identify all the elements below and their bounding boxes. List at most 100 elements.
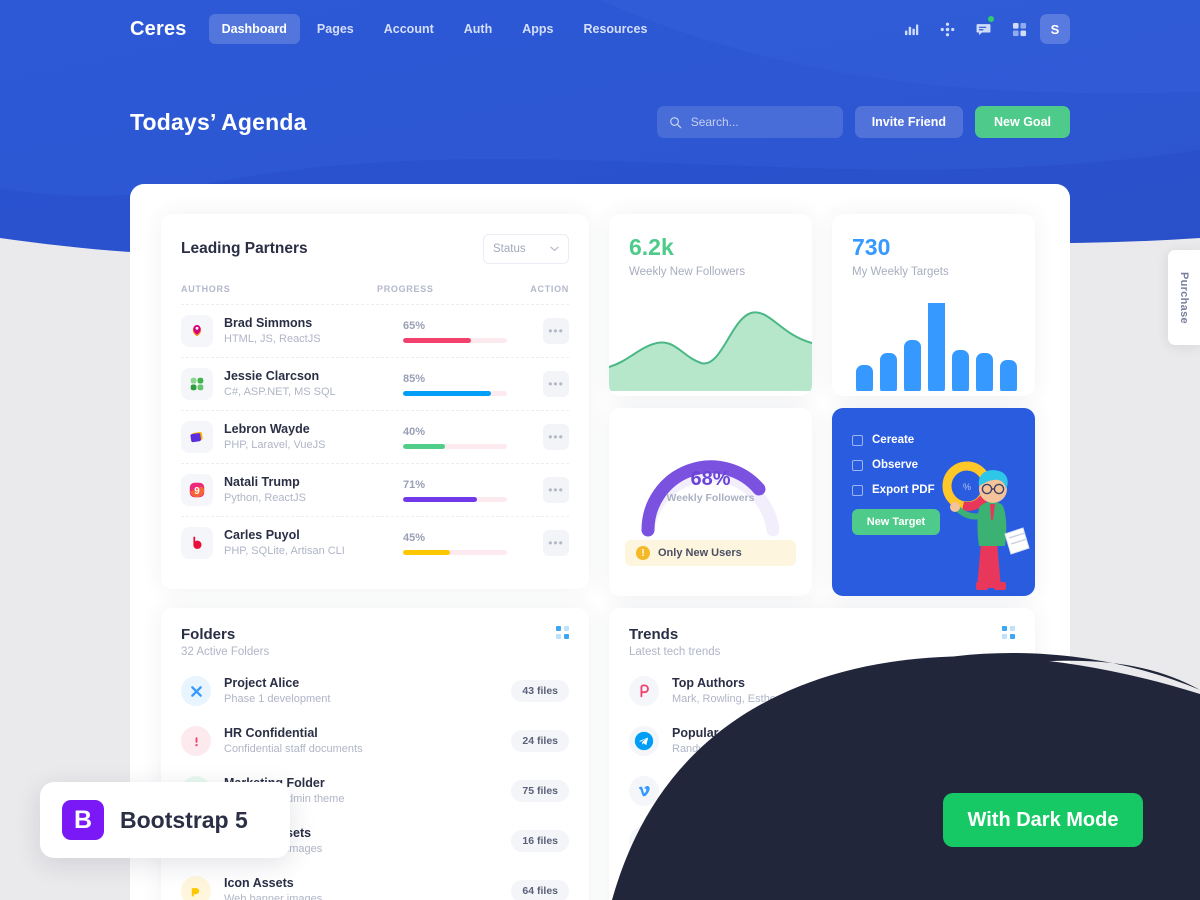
search-icon xyxy=(669,116,682,128)
folder-name: HR Confidential xyxy=(224,726,318,741)
compass-dots-icon[interactable] xyxy=(932,14,962,44)
chat-icon[interactable] xyxy=(968,14,998,44)
partner-progress: 85% xyxy=(403,373,543,396)
folder-info: Project Alice Phase 1 development xyxy=(224,675,511,707)
gauge-labels: 68% Weekly Followers xyxy=(609,468,812,504)
partner-info: Lebron Wayde PHP, Laravel, VueJS xyxy=(224,421,403,453)
alert-text: Only New Users xyxy=(658,547,742,559)
followers-area-chart xyxy=(609,295,812,396)
clover-logo-icon xyxy=(181,368,213,400)
invite-friend-button[interactable]: Invite Friend xyxy=(854,106,964,138)
table-row[interactable]: Brad Simmons HTML, JS, ReactJS 65% ••• xyxy=(181,304,569,357)
nav-item-resources[interactable]: Resources xyxy=(570,14,660,44)
list-item[interactable]: Icon Assets Web banner images 64 files xyxy=(161,866,589,900)
partner-skills: PHP, Laravel, VueJS xyxy=(224,439,326,452)
star-icon xyxy=(181,876,211,900)
brand-logo[interactable]: Ceres xyxy=(130,18,187,41)
progress-bar xyxy=(403,549,507,555)
row-action-menu[interactable]: ••• xyxy=(543,318,569,344)
gauge-alert: ! Only New Users xyxy=(625,540,796,566)
nav-item-pages[interactable]: Pages xyxy=(304,14,367,44)
list-item[interactable]: Popular Authors Randy, Steve, Mike +280$ xyxy=(609,716,1035,766)
followers-value: 6.2k xyxy=(629,234,674,260)
row-action-menu[interactable]: ••• xyxy=(543,477,569,503)
folders-header: Folders 32 Active Folders xyxy=(161,608,589,658)
tulip-logo-icon xyxy=(181,315,213,347)
table-row[interactable]: 9 Natali Trump Python, ReactJS 71% ••• xyxy=(181,463,569,516)
trend-name: Active Customers xyxy=(672,826,779,841)
new-target-cta-card: Cereate Observe Export PDF New Target % xyxy=(832,408,1035,596)
folders-grid-toggle-icon[interactable] xyxy=(556,626,569,639)
list-item[interactable]: Project Alice Phase 1 development 43 fil… xyxy=(161,666,589,716)
partners-card-header: Leading Partners Status xyxy=(161,214,589,264)
grid-icon[interactable] xyxy=(1004,14,1034,44)
dark-mode-badge[interactable]: With Dark Mode xyxy=(943,793,1143,847)
progress-bar xyxy=(403,390,507,396)
purchase-tab[interactable]: Purchase xyxy=(1168,250,1200,345)
list-item[interactable]: Bestseller Theme Disco, Retro, Vintage +… xyxy=(609,866,1035,900)
status-filter-select[interactable]: Status xyxy=(483,234,569,264)
progress-value: 40% xyxy=(403,425,426,438)
partner-name: Brad Simmons xyxy=(224,316,313,331)
column-progress: PROGRESS xyxy=(377,284,434,294)
table-row[interactable]: Carles Puyol PHP, SQLite, Artisan CLI 45… xyxy=(181,516,569,569)
bootstrap-badge: B Bootstrap 5 xyxy=(40,782,290,858)
column-action: ACTION xyxy=(530,284,569,294)
trend-info: Popular Authors Randy, Steve, Mike xyxy=(672,725,967,757)
folder-file-count: 24 files xyxy=(511,730,569,752)
partner-info: Brad Simmons HTML, JS, ReactJS xyxy=(224,315,403,347)
list-item[interactable]: HR Confidential Confidential staff docum… xyxy=(161,716,589,766)
svg-text:%: % xyxy=(963,482,971,492)
folders-title: Folders xyxy=(181,626,236,643)
list-item[interactable]: Top Authors Mark, Rowling, Esther +82$ xyxy=(609,666,1035,716)
new-goal-button[interactable]: New Goal xyxy=(975,106,1070,138)
weekly-followers-gauge-card: 68% Weekly Followers ! Only New Users xyxy=(609,408,812,596)
row-action-menu[interactable]: ••• xyxy=(543,424,569,450)
trends-title: Trends xyxy=(629,626,679,643)
top-navigation-bar: Ceres Dashboard Pages Account Auth Apps … xyxy=(0,0,1200,58)
header-icon-group: S xyxy=(896,0,1070,58)
targets-label: My Weekly Targets xyxy=(852,266,949,278)
user-avatar[interactable]: S xyxy=(1040,14,1070,44)
folder-name: Project Alice xyxy=(224,676,300,691)
partner-name: Lebron Wayde xyxy=(224,422,310,437)
gauge-percent: 68% xyxy=(690,468,731,490)
nav-item-auth[interactable]: Auth xyxy=(451,14,505,44)
trend-name: Top Authors xyxy=(672,676,745,691)
nav-item-apps[interactable]: Apps xyxy=(509,14,566,44)
checkbox-icon xyxy=(852,459,863,471)
partner-progress: 65% xyxy=(403,320,543,343)
trends-grid-toggle-icon[interactable] xyxy=(1002,626,1015,639)
table-row[interactable]: Lebron Wayde PHP, Laravel, VueJS 40% ••• xyxy=(181,410,569,463)
trend-name: Bestseller Theme xyxy=(672,876,776,891)
chart-bar-icon[interactable] xyxy=(896,14,926,44)
search-input[interactable]: Search... xyxy=(656,106,843,138)
progress-value: 71% xyxy=(403,478,426,491)
search-placeholder: Search... xyxy=(690,115,739,129)
bebo-logo-icon xyxy=(181,527,213,559)
illustration-person: % xyxy=(919,456,1035,596)
nav-item-account[interactable]: Account xyxy=(371,14,447,44)
folders-heading-group: Folders 32 Active Folders xyxy=(181,626,269,658)
table-row[interactable]: Jessie Clarcson C#, ASP.NET, MS SQL 85% … xyxy=(181,357,569,410)
row-action-menu[interactable]: ••• xyxy=(543,371,569,397)
page-title: Todays’ Agenda xyxy=(130,108,307,135)
partner-name: Natali Trump xyxy=(224,475,300,490)
nav-item-dashboard[interactable]: Dashboard xyxy=(208,14,300,44)
trend-amount: +280$ xyxy=(966,730,1015,752)
trend-info: New Users John, Pat, Jimmy xyxy=(672,775,961,807)
cta-label: Cereate xyxy=(872,434,915,446)
checkbox-icon xyxy=(852,484,863,496)
bootstrap-logo-icon: B xyxy=(62,800,104,840)
cards-logo-icon xyxy=(181,421,213,453)
x-mark-icon xyxy=(181,676,211,706)
partners-title: Leading Partners xyxy=(181,240,308,257)
trend-name: Popular Authors xyxy=(672,726,770,741)
trend-desc: Randy, Steve, Mike xyxy=(672,743,767,756)
weekly-targets-card: 730 My Weekly Targets xyxy=(832,214,1035,396)
cta-item[interactable]: Cereate xyxy=(852,434,1035,446)
partner-progress: 71% xyxy=(403,479,543,502)
row-action-menu[interactable]: ••• xyxy=(543,530,569,556)
subheader-actions: Search... Invite Friend New Goal xyxy=(656,106,1070,138)
folder-file-count: 16 files xyxy=(511,830,569,852)
